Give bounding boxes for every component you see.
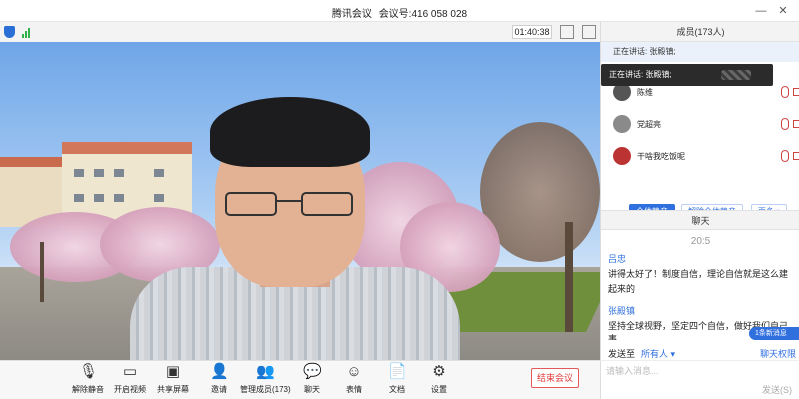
emoji-icon: ☺ (346, 363, 362, 380)
chat-sender: 张殿镇 (608, 306, 636, 316)
signal-icon (22, 26, 32, 38)
video-top-strip: 01:40:38 (0, 22, 600, 42)
manage-members-button[interactable]: 👥 管理成员(173) (240, 363, 291, 399)
meeting-timer: 01:40:38 (512, 25, 552, 39)
avatar (613, 115, 631, 133)
chat-message-line: 起来的 (608, 284, 636, 294)
blurred-avatars (721, 70, 751, 80)
glasses (225, 192, 355, 218)
video-off-icon[interactable] (793, 120, 799, 128)
chat-input[interactable] (606, 364, 756, 378)
chat-message-line: 讲得太好了！制度自信，理论自信就是这么建 (608, 269, 789, 279)
document-icon: 📄 (388, 363, 407, 380)
video-tree-trunk (565, 222, 573, 332)
shield-icon[interactable] (4, 26, 15, 38)
close-button[interactable]: ✕ (776, 4, 790, 18)
settings-icon: ⚙ (432, 363, 446, 380)
chat-button[interactable]: 💬 聊天 (299, 363, 325, 399)
members-icon: 👥 (256, 363, 275, 380)
new-message-badge[interactable]: 1条新消息 (749, 327, 799, 340)
settings-button[interactable]: ⚙ 设置 (426, 363, 452, 399)
title-bar: 腾讯会议 会议号:416 058 028 — ✕ (0, 0, 799, 22)
fullscreen-icon[interactable] (582, 25, 596, 39)
invite-icon: 👤 (210, 363, 229, 380)
mic-muted-icon[interactable] (781, 86, 789, 98)
send-to-target[interactable]: 所有人 ▾ (641, 349, 675, 359)
unmute-button[interactable]: 🎙 解除静音 (70, 363, 106, 399)
chat-sender: 吕忠 (608, 254, 627, 264)
mic-muted-icon[interactable] (781, 118, 789, 130)
emoji-button[interactable]: ☺ 表情 (341, 363, 367, 399)
chat-permission-link[interactable]: 聊天权限 (760, 347, 796, 360)
speaker-video (0, 42, 600, 360)
video-off-icon: ▭ (122, 363, 138, 380)
mic-muted-icon[interactable] (781, 150, 789, 162)
invite-button[interactable]: 👤 邀请 (206, 363, 232, 399)
chat-timestamp: 20:5 (690, 236, 711, 247)
minimize-button[interactable]: — (754, 4, 768, 18)
start-video-button[interactable]: ▭ 开启视频 (112, 363, 148, 399)
window-title: 腾讯会议 会议号:416 058 028 (0, 5, 799, 20)
app-name: 腾讯会议 (331, 9, 372, 20)
speaking-indicator: 正在讲话: 张殿镇; (601, 42, 799, 62)
bottom-toolbar: 🎙 解除静音 ▭ 开启视频 ▣ 共享屏幕 👤 邀请 👥 管理成员(173) 💬 … (0, 360, 600, 399)
video-lamp-post (40, 242, 44, 302)
end-meeting-button[interactable]: 结束会议 (531, 368, 579, 388)
send-to-selector[interactable]: 发送至 所有人 ▾ (608, 347, 675, 360)
meeting-id-label: 会议号: (378, 9, 412, 20)
documents-button[interactable]: 📄 文档 (384, 363, 410, 399)
mic-muted-icon: 🎙 (79, 363, 99, 380)
speaking-tooltip: 正在讲话: 张殿镇; (601, 64, 773, 86)
video-off-icon[interactable] (793, 152, 799, 160)
member-item[interactable]: 党超亮 (601, 110, 799, 138)
members-header: 成员(173人) (601, 22, 799, 42)
meeting-id: 416 058 028 (411, 9, 468, 20)
layout-icon[interactable] (560, 25, 574, 39)
send-button[interactable]: 发送(S) (762, 383, 792, 396)
share-screen-button[interactable]: ▣ 共享屏幕 (155, 363, 191, 399)
share-screen-icon: ▣ (165, 363, 181, 380)
chat-icon: 💬 (303, 363, 322, 380)
video-off-icon[interactable] (793, 88, 799, 96)
speaker-person (130, 97, 460, 360)
avatar (613, 147, 631, 165)
chat-header: 聊天 (601, 210, 799, 230)
member-item[interactable]: 干啥我吃饭呢 (601, 142, 799, 170)
